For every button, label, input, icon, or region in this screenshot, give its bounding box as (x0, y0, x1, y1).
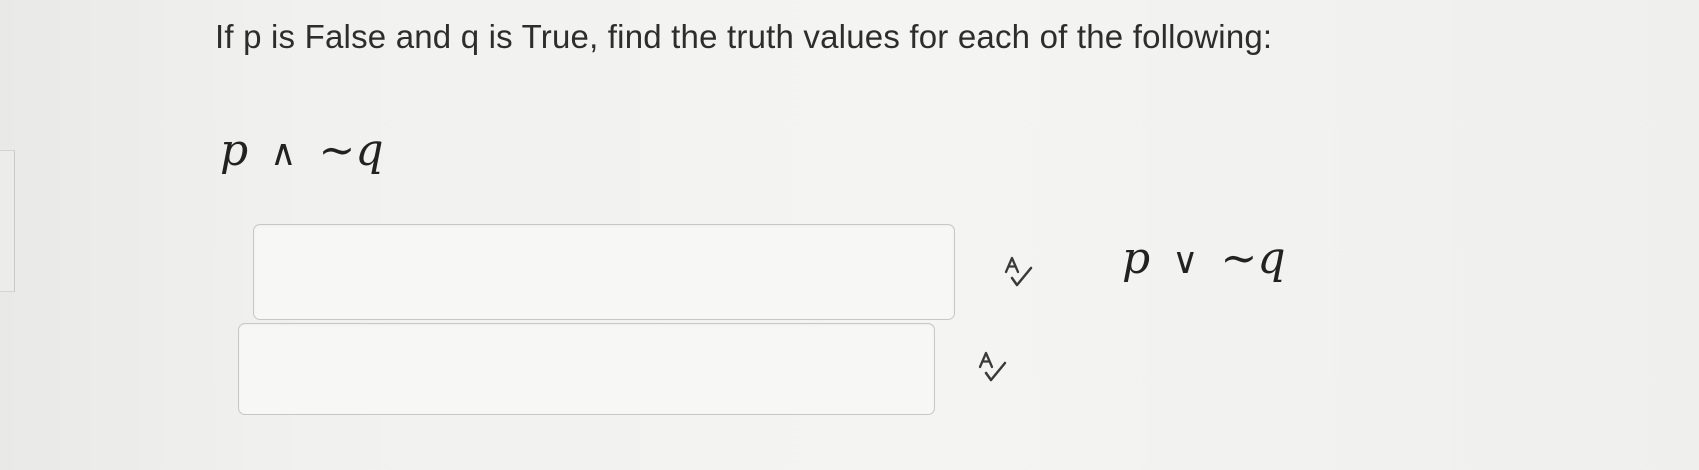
answer-input-1[interactable] (253, 224, 955, 320)
left-edge-divider (0, 150, 15, 292)
expression-1: p ∧ ~q (220, 125, 384, 176)
spellcheck-icon[interactable] (976, 350, 1008, 384)
expression-2: p ∨ ~q (1122, 233, 1286, 284)
expression-1-left: p (220, 125, 249, 176)
spellcheck-icon[interactable] (1002, 255, 1034, 289)
expression-1-right: ~q (318, 125, 384, 176)
expression-1-operator: ∧ (270, 133, 297, 174)
expression-2-left: p (1122, 233, 1151, 284)
expression-2-right: ~q (1220, 233, 1286, 284)
expression-2-operator: ∨ (1172, 241, 1199, 282)
answer-input-2[interactable] (238, 323, 935, 415)
question-text: If p is False and q is True, find the tr… (215, 18, 1273, 55)
